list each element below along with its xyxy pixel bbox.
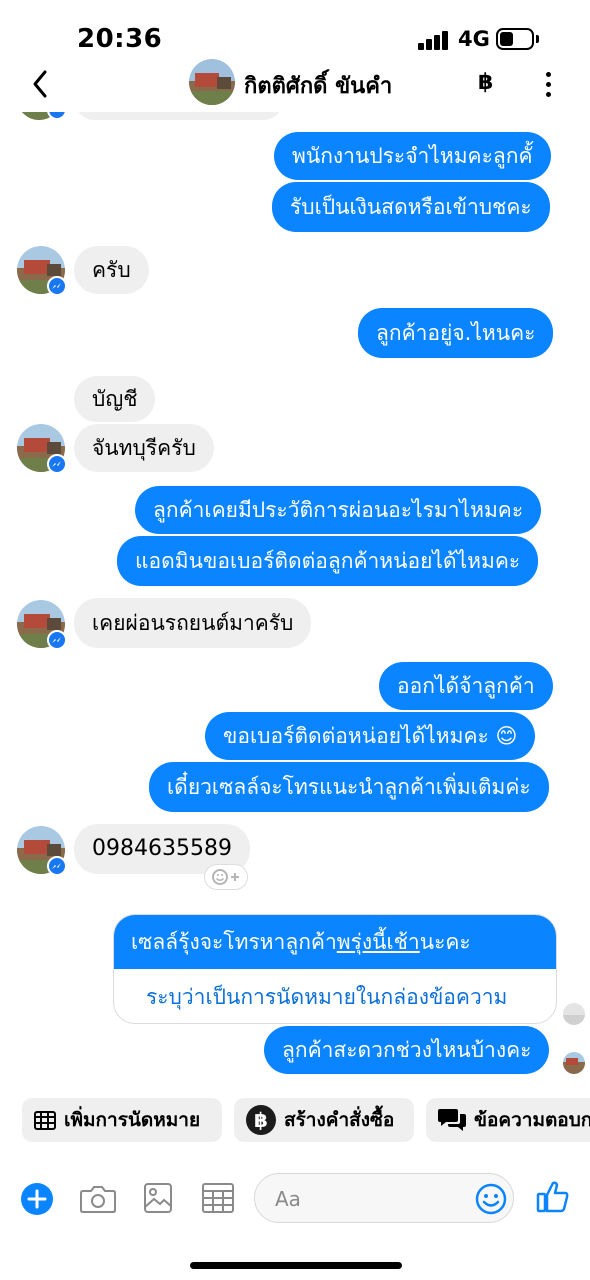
message-composer: Aa — [0, 1166, 590, 1230]
plus-circle-icon — [21, 1183, 53, 1215]
more-actions-button[interactable] — [20, 1182, 54, 1220]
quick-actions-bar[interactable]: เพิ่มการนัดหมาย ฿ สร้างคำสั่งซื้อ ข้อควา… — [0, 1098, 590, 1144]
messenger-badge-icon — [47, 856, 67, 876]
mark-as-appointment-button[interactable]: ระบุว่าเป็นการนัดหมายในกล่องข้อความ — [114, 969, 556, 1023]
home-indicator[interactable] — [190, 1262, 402, 1269]
like-button[interactable] — [536, 1180, 570, 1218]
chevron-left-icon — [33, 70, 47, 98]
saved-replies-label: ข้อความตอบกลับ — [474, 1109, 590, 1131]
baht-icon: ฿ — [246, 1105, 276, 1135]
message-bubble[interactable]: เคยผ่อนรถยนต์มาครับ — [74, 598, 312, 648]
network-type: 4G — [458, 27, 490, 51]
more-options-icon[interactable] — [540, 70, 560, 100]
message-bubble[interactable]: รับเป็นเงินสดหรือเข้าบชคะ — [272, 182, 550, 232]
contact-avatar[interactable] — [189, 59, 235, 105]
card-text-end: นะคะ — [419, 929, 471, 954]
back-button[interactable] — [26, 66, 56, 102]
battery-icon — [496, 28, 534, 50]
message-bubble[interactable]: ลูกค้าอยู่จ.ไหนคะ — [358, 308, 554, 358]
message-bubble-partial[interactable] — [75, 112, 283, 120]
camera-button[interactable] — [80, 1184, 116, 1218]
message-bubble[interactable]: บัญชี — [74, 376, 156, 422]
saved-replies-button[interactable]: ข้อความตอบกลับ — [426, 1098, 590, 1142]
status-time: 20:36 — [77, 24, 163, 54]
thumbs-up-icon — [536, 1181, 569, 1213]
message-bubble[interactable]: ลูกค้าเคยมีประวัติการผ่อนอะไรมาไหมคะ — [135, 486, 542, 534]
add-reaction-button[interactable] — [204, 864, 248, 890]
message-bubble[interactable]: แอดมินขอเบอร์ติดต่อลูกค้าหน่อยได้ไหมคะ — [117, 536, 539, 586]
camera-icon — [80, 1186, 116, 1213]
add-appointment-label: เพิ่มการนัดหมาย — [64, 1109, 201, 1131]
calendar-grid-icon — [202, 1183, 234, 1213]
messenger-badge-icon — [47, 454, 67, 474]
message-bubble[interactable]: ออกได้จ้าลูกค้า — [379, 662, 553, 710]
appointment-message: เซลล์รุ้งจะโทรหาลูกค้า พรุ่งนี้เช้า นะคะ — [114, 915, 556, 969]
seen-avatar — [563, 1003, 585, 1025]
appointment-suggestion-card[interactable]: เซลล์รุ้งจะโทรหาลูกค้า พรุ่งนี้เช้า นะคะ ร… — [113, 914, 557, 1024]
calendar-button[interactable] — [202, 1183, 234, 1217]
message-bubble[interactable]: พนักงานประจำไหมคะลูกคั้ — [274, 132, 551, 180]
message-bubble[interactable]: ขอเบอร์ติดต่อหน่อยได้ไหมคะ 😊 — [205, 712, 536, 760]
image-icon — [144, 1183, 172, 1213]
message-list[interactable]: พนักงานประจำไหมคะลูกคั้ รับเป็นเงินสดหรื… — [0, 112, 590, 1082]
baht-icon[interactable]: ฿ — [478, 70, 493, 95]
signal-icon — [418, 30, 450, 50]
svg-text:฿: ฿ — [254, 1108, 268, 1132]
messenger-badge-icon — [47, 112, 67, 120]
calendar-icon — [34, 1109, 56, 1131]
seen-avatar — [563, 1052, 585, 1074]
message-bubble[interactable]: เดี๋ยวเซลล์จะโทรแนะนำลูกค้าเพิ่มเติมค่ะ — [149, 762, 549, 812]
emoji-icon[interactable] — [475, 1183, 507, 1215]
create-order-button[interactable]: ฿ สร้างคำสั่งซื้อ — [234, 1098, 414, 1142]
card-text: เซลล์รุ้งจะโทรหาลูกค้า — [131, 929, 337, 954]
add-appointment-button[interactable]: เพิ่มการนัดหมาย — [22, 1098, 222, 1142]
battery-tip — [536, 35, 539, 43]
messenger-badge-icon — [47, 630, 67, 650]
detected-time-link[interactable]: พรุ่งนี้เช้า — [337, 926, 420, 959]
conversation-header: กิตติศักดิ์ ขันคำ ฿ — [0, 56, 590, 112]
message-bubble[interactable]: จันทบุรีครับ — [74, 424, 214, 472]
message-input[interactable]: Aa — [254, 1173, 514, 1223]
messenger-badge-icon — [47, 276, 67, 296]
add-reaction-icon — [212, 869, 239, 885]
message-input-placeholder: Aa — [275, 1187, 301, 1211]
message-bubble[interactable]: ครับ — [74, 246, 149, 294]
saved-replies-icon — [438, 1107, 466, 1133]
message-bubble[interactable]: ลูกค้าสะดวกช่วงไหนบ้างคะ — [264, 1026, 550, 1074]
contact-name[interactable]: กิตติศักดิ์ ขันคำ — [244, 68, 392, 103]
create-order-label: สร้างคำสั่งซื้อ — [284, 1109, 395, 1131]
gallery-button[interactable] — [144, 1183, 172, 1217]
